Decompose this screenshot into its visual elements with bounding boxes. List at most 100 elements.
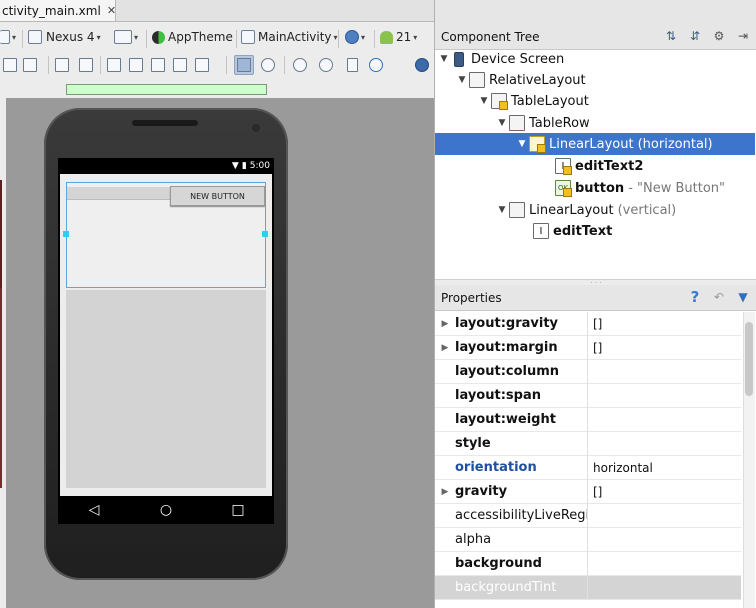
rotate-screen-icon bbox=[114, 30, 132, 44]
device-selector[interactable]: Nexus 4 ▾ bbox=[28, 30, 101, 44]
help-icon[interactable]: ? bbox=[687, 288, 703, 306]
close-tab-icon[interactable]: ✕ bbox=[107, 4, 116, 17]
orientation-selector[interactable]: ▾ bbox=[114, 30, 138, 44]
refresh-button[interactable] bbox=[366, 55, 386, 75]
device-icon bbox=[28, 30, 42, 44]
zoom-in-button[interactable] bbox=[290, 55, 310, 75]
property-value[interactable] bbox=[587, 552, 741, 576]
edittext2-preview[interactable] bbox=[67, 187, 170, 200]
property-row-style[interactable]: style bbox=[435, 432, 741, 456]
status-time: 5:00 bbox=[249, 161, 270, 171]
tree-item-edittext[interactable]: I editText bbox=[533, 220, 612, 242]
component-tree[interactable]: ▼ Device Screen ▼ RelativeLayout ▼ Table… bbox=[435, 47, 756, 279]
expand-arrow-icon[interactable]: ▶ bbox=[435, 487, 455, 497]
phone-speaker bbox=[132, 120, 198, 126]
collapse-arrow-icon[interactable]: ▼ bbox=[495, 118, 509, 128]
property-value[interactable]: [] bbox=[587, 336, 741, 360]
property-row-orientation[interactable]: orientation horizontal bbox=[435, 456, 741, 480]
zoom-actual-button[interactable] bbox=[258, 55, 278, 75]
restore-default-icon[interactable]: ↶ bbox=[711, 289, 727, 305]
tree-item-linear-layout-vertical[interactable]: ▼ LinearLayout (vertical) bbox=[495, 199, 676, 221]
link-icon bbox=[237, 58, 251, 72]
property-row-alpha[interactable]: alpha bbox=[435, 528, 741, 552]
tree-item-relative-layout[interactable]: ▼ RelativeLayout bbox=[455, 69, 586, 91]
tree-item-table-row[interactable]: ▼ TableRow bbox=[495, 112, 590, 134]
editor-settings-button[interactable] bbox=[412, 55, 432, 75]
file-tab-label: ctivity_main.xml bbox=[2, 3, 101, 18]
horizontal-arrows-icon bbox=[55, 58, 69, 72]
collapse-arrow-icon[interactable]: ▼ bbox=[495, 205, 509, 215]
palette-toggle[interactable]: ▾ bbox=[0, 30, 16, 44]
distribute-weights-button[interactable] bbox=[104, 55, 124, 75]
edittext-icon: I bbox=[555, 158, 572, 175]
property-row-background-tint[interactable]: backgroundTint bbox=[435, 576, 741, 600]
right-panel: Component Tree ⇅ ⇵ ⚙ ⇥ Component Tree ⇅ … bbox=[434, 0, 756, 608]
property-value[interactable] bbox=[587, 432, 741, 456]
property-row-gravity[interactable]: ▶ gravity [] bbox=[435, 480, 741, 504]
gear-icon[interactable]: ⚙ bbox=[711, 28, 727, 44]
resize-handle-left[interactable] bbox=[63, 231, 69, 237]
resize-menu-button[interactable] bbox=[20, 55, 40, 75]
locale-selector[interactable]: ▾ bbox=[345, 30, 365, 44]
collapse-all-icon[interactable]: ⇵ bbox=[687, 28, 703, 44]
linear-layout-icon bbox=[529, 136, 546, 153]
property-row-layout-column[interactable]: layout:column bbox=[435, 360, 741, 384]
tree-item-edittext2[interactable]: I editText2 bbox=[555, 155, 643, 177]
api-level-selector[interactable]: 21 ▾ bbox=[380, 30, 417, 44]
properties-scroll-thumb[interactable] bbox=[745, 322, 753, 396]
file-tab[interactable]: ctivity_main.xml ✕ bbox=[0, 0, 116, 22]
expand-arrow-icon[interactable]: ▶ bbox=[435, 319, 455, 329]
property-value[interactable] bbox=[587, 408, 741, 432]
new-button-preview[interactable]: NEW BUTTON bbox=[170, 186, 265, 206]
properties-table[interactable]: ▶ layout:gravity [] ▶ layout:margin [] l… bbox=[435, 312, 741, 608]
property-row-accessibility-live-region[interactable]: accessibilityLiveRegion bbox=[435, 504, 741, 528]
tree-item-button[interactable]: OK button - "New Button" bbox=[555, 177, 725, 199]
property-row-layout-weight[interactable]: layout:weight bbox=[435, 408, 741, 432]
zoom-fit-button[interactable] bbox=[0, 55, 20, 75]
property-value[interactable] bbox=[587, 528, 741, 552]
expand-all-icon[interactable]: ⇅ bbox=[663, 28, 679, 44]
tree-item-device-screen[interactable]: ▼ Device Screen bbox=[437, 48, 564, 70]
gutter-marker bbox=[0, 180, 2, 288]
page-button[interactable] bbox=[342, 55, 362, 75]
collapse-arrow-icon[interactable]: ▼ bbox=[515, 139, 529, 149]
tree-item-linear-layout-horizontal[interactable]: ▼ LinearLayout (horizontal) bbox=[515, 133, 713, 155]
property-row-layout-gravity[interactable]: ▶ layout:gravity [] bbox=[435, 312, 741, 336]
zoom-actual-icon bbox=[261, 58, 275, 72]
property-value[interactable]: horizontal bbox=[587, 456, 741, 480]
property-value[interactable] bbox=[587, 576, 741, 600]
table-layout-icon bbox=[491, 93, 508, 110]
zoom-out-button[interactable] bbox=[316, 55, 336, 75]
vertical-linear-layout-preview[interactable] bbox=[66, 290, 266, 488]
property-row-layout-margin[interactable]: ▶ layout:margin [] bbox=[435, 336, 741, 360]
hide-panel-icon[interactable]: ⇥ bbox=[735, 28, 751, 44]
property-row-background[interactable]: background bbox=[435, 552, 741, 576]
weights-button[interactable] bbox=[126, 55, 146, 75]
match-width-button[interactable] bbox=[52, 55, 72, 75]
property-value[interactable]: [] bbox=[587, 312, 741, 336]
property-value[interactable] bbox=[587, 384, 741, 408]
match-height-button[interactable] bbox=[76, 55, 96, 75]
tab-strip bbox=[116, 0, 434, 22]
expand-arrow-icon[interactable]: ▶ bbox=[435, 343, 455, 353]
filter-icon[interactable]: ▼ bbox=[735, 289, 751, 305]
zoom-out-icon bbox=[319, 58, 333, 72]
collapse-arrow-icon[interactable]: ▼ bbox=[477, 96, 491, 106]
balance-button[interactable] bbox=[148, 55, 168, 75]
property-value[interactable]: [] bbox=[587, 480, 741, 504]
toggle-view-button[interactable] bbox=[234, 55, 254, 75]
collapse-arrow-icon[interactable]: ▼ bbox=[455, 75, 469, 85]
clear-weights-button[interactable] bbox=[170, 55, 190, 75]
collapse-arrow-icon[interactable]: ▼ bbox=[437, 54, 451, 64]
property-value[interactable] bbox=[587, 360, 741, 384]
theme-selector[interactable]: AppTheme bbox=[152, 30, 233, 44]
resize-handles-icon bbox=[195, 58, 209, 72]
resize-handles-button[interactable] bbox=[192, 55, 212, 75]
resize-handle-right[interactable] bbox=[262, 231, 268, 237]
property-value[interactable] bbox=[587, 504, 741, 528]
activity-selector[interactable]: MainActivity ▾ bbox=[241, 30, 338, 44]
tree-item-table-layout[interactable]: ▼ TableLayout bbox=[477, 90, 589, 112]
property-row-layout-span[interactable]: layout:span bbox=[435, 384, 741, 408]
weights-icon bbox=[129, 58, 143, 72]
api-level-label: 21 bbox=[396, 30, 412, 44]
